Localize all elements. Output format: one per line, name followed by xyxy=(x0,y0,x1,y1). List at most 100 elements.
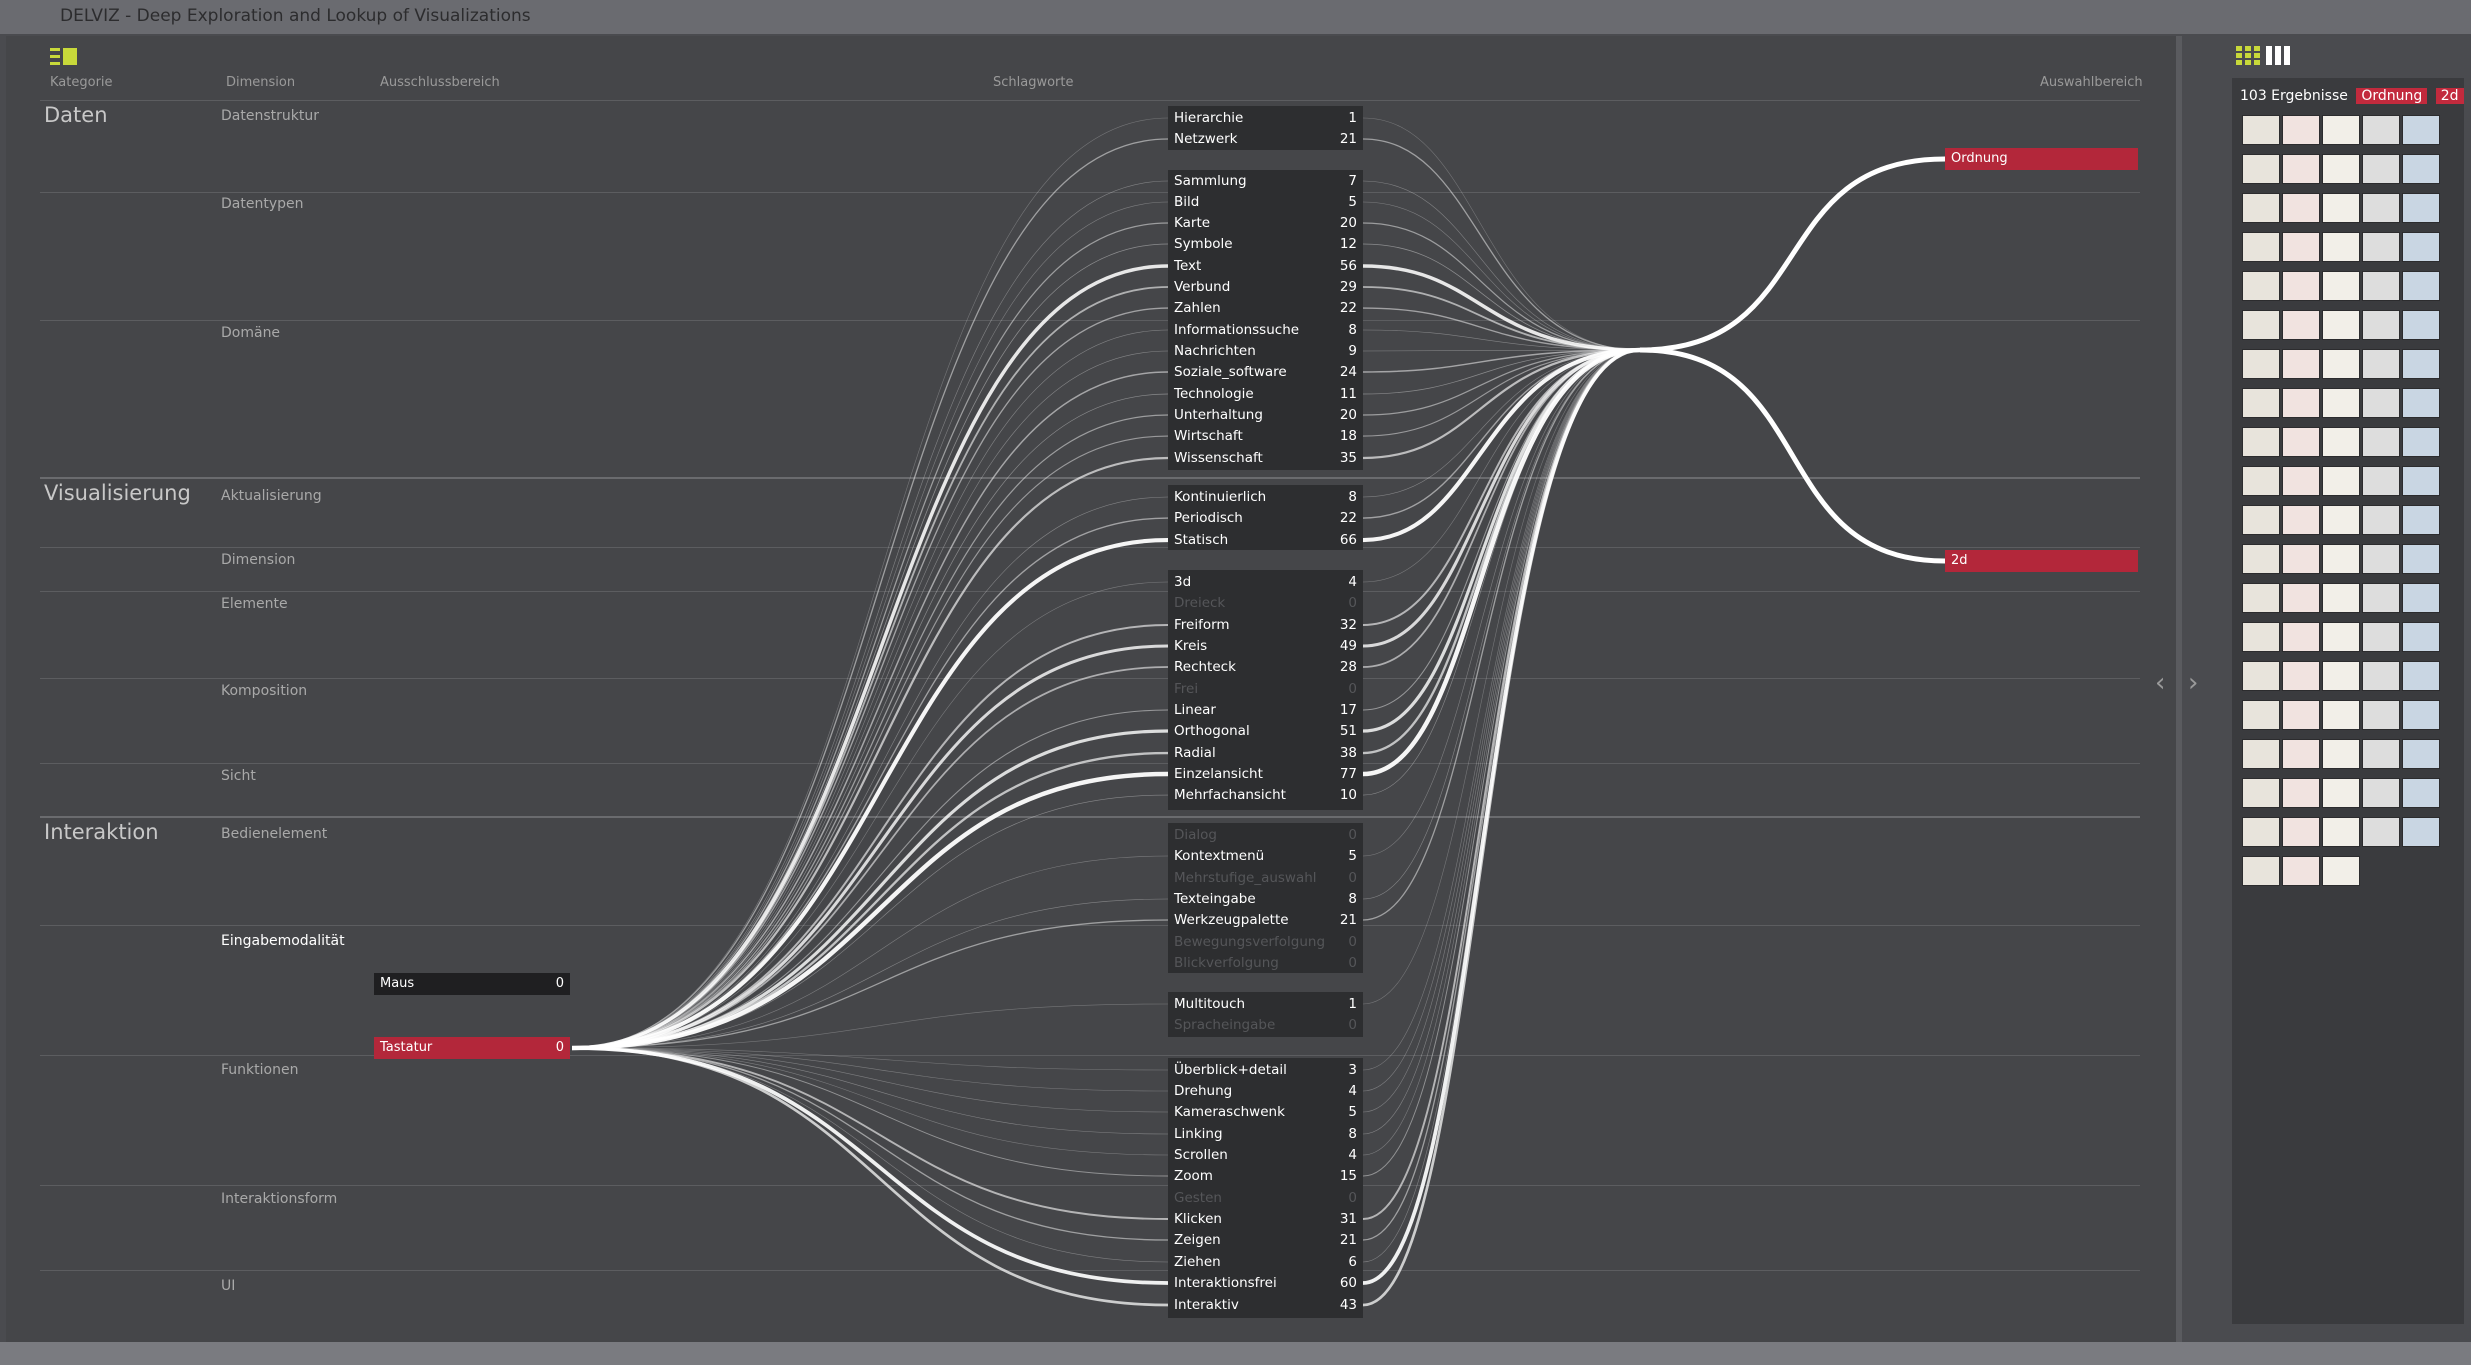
result-thumbnail[interactable] xyxy=(2242,232,2280,262)
result-thumbnail[interactable] xyxy=(2402,817,2440,847)
result-thumbnail[interactable] xyxy=(2402,310,2440,340)
keyword-item[interactable]: Linear 17 xyxy=(1168,700,1363,721)
result-thumbnail[interactable] xyxy=(2362,271,2400,301)
keyword-item[interactable]: Überblick+detail 3 xyxy=(1168,1060,1363,1081)
result-thumbnail[interactable] xyxy=(2242,583,2280,613)
result-thumbnail[interactable] xyxy=(2322,817,2360,847)
result-thumbnail[interactable] xyxy=(2362,388,2400,418)
result-thumbnail[interactable] xyxy=(2362,427,2400,457)
result-thumbnail[interactable] xyxy=(2242,622,2280,652)
keyword-item[interactable]: Kreis 49 xyxy=(1168,636,1363,657)
result-thumbnail[interactable] xyxy=(2322,427,2360,457)
result-thumbnail[interactable] xyxy=(2322,622,2360,652)
result-thumbnail[interactable] xyxy=(2282,778,2320,808)
keyword-item[interactable]: Frei 0 xyxy=(1168,679,1363,700)
keyword-item[interactable]: Drehung 4 xyxy=(1168,1081,1363,1102)
result-thumbnail[interactable] xyxy=(2242,739,2280,769)
keyword-item[interactable]: Text 56 xyxy=(1168,256,1363,277)
keyword-item[interactable]: Multitouch 1 xyxy=(1168,994,1363,1015)
keyword-item[interactable]: Gesten 0 xyxy=(1168,1188,1363,1209)
keyword-item[interactable]: Informationssuche 8 xyxy=(1168,320,1363,341)
result-thumbnail[interactable] xyxy=(2322,856,2360,886)
result-thumbnail[interactable] xyxy=(2402,505,2440,535)
result-thumbnail[interactable] xyxy=(2322,466,2360,496)
keyword-item[interactable]: Blickverfolgung 0 xyxy=(1168,953,1363,974)
keyword-item[interactable]: Spracheingabe 0 xyxy=(1168,1015,1363,1036)
selection-ordnung[interactable]: Ordnung xyxy=(1945,148,2138,170)
result-thumbnail[interactable] xyxy=(2282,622,2320,652)
results-tag-ordnung[interactable]: Ordnung xyxy=(2356,88,2428,104)
keyword-item[interactable]: Symbole 12 xyxy=(1168,234,1363,255)
chevron-left-icon[interactable]: ‹ xyxy=(2155,668,2165,698)
result-thumbnail[interactable] xyxy=(2242,817,2280,847)
result-thumbnail[interactable] xyxy=(2322,193,2360,223)
keyword-item[interactable]: Mehrfachansicht 10 xyxy=(1168,785,1363,806)
keyword-item[interactable]: Unterhaltung 20 xyxy=(1168,405,1363,426)
result-thumbnail[interactable] xyxy=(2282,583,2320,613)
result-thumbnail[interactable] xyxy=(2402,661,2440,691)
result-thumbnail[interactable] xyxy=(2242,505,2280,535)
result-thumbnail[interactable] xyxy=(2362,622,2400,652)
result-thumbnail[interactable] xyxy=(2282,505,2320,535)
result-thumbnail[interactable] xyxy=(2402,271,2440,301)
result-thumbnail[interactable] xyxy=(2402,466,2440,496)
result-thumbnail[interactable] xyxy=(2362,349,2400,379)
keyword-item[interactable]: Wirtschaft 18 xyxy=(1168,426,1363,447)
result-thumbnail[interactable] xyxy=(2322,544,2360,574)
keyword-item[interactable]: 3d 4 xyxy=(1168,572,1363,593)
keyword-item[interactable]: Karte 20 xyxy=(1168,213,1363,234)
result-thumbnail[interactable] xyxy=(2402,349,2440,379)
keyword-item[interactable]: Klicken 31 xyxy=(1168,1209,1363,1230)
result-thumbnail[interactable] xyxy=(2402,700,2440,730)
keyword-item[interactable]: Einzelansicht 77 xyxy=(1168,764,1363,785)
result-thumbnail[interactable] xyxy=(2282,700,2320,730)
keyword-item[interactable]: Kameraschwenk 5 xyxy=(1168,1102,1363,1123)
keyword-item[interactable]: Freiform 32 xyxy=(1168,615,1363,636)
selection-2d[interactable]: 2d xyxy=(1945,550,2138,572)
keyword-item[interactable]: Rechteck 28 xyxy=(1168,657,1363,678)
result-thumbnail[interactable] xyxy=(2402,739,2440,769)
keyword-item[interactable]: Dreieck 0 xyxy=(1168,593,1363,614)
result-thumbnail[interactable] xyxy=(2322,700,2360,730)
keyword-item[interactable]: Nachrichten 9 xyxy=(1168,341,1363,362)
result-thumbnail[interactable] xyxy=(2362,661,2400,691)
keyword-item[interactable]: Texteingabe 8 xyxy=(1168,889,1363,910)
keyword-item[interactable]: Verbund 29 xyxy=(1168,277,1363,298)
keyword-item[interactable]: Orthogonal 51 xyxy=(1168,721,1363,742)
result-thumbnail[interactable] xyxy=(2362,115,2400,145)
result-thumbnail[interactable] xyxy=(2282,115,2320,145)
result-thumbnail[interactable] xyxy=(2362,700,2400,730)
result-thumbnail[interactable] xyxy=(2282,271,2320,301)
result-thumbnail[interactable] xyxy=(2282,856,2320,886)
result-thumbnail[interactable] xyxy=(2242,310,2280,340)
result-thumbnail[interactable] xyxy=(2242,154,2280,184)
result-thumbnail[interactable] xyxy=(2402,193,2440,223)
result-thumbnail[interactable] xyxy=(2322,583,2360,613)
result-thumbnail[interactable] xyxy=(2322,388,2360,418)
keyword-item[interactable]: Radial 38 xyxy=(1168,743,1363,764)
keyword-item[interactable]: Bewegungsverfolgung 0 xyxy=(1168,932,1363,953)
result-thumbnail[interactable] xyxy=(2322,349,2360,379)
result-thumbnail[interactable] xyxy=(2322,115,2360,145)
result-thumbnail[interactable] xyxy=(2242,661,2280,691)
result-thumbnail[interactable] xyxy=(2402,583,2440,613)
keyword-item[interactable]: Dialog 0 xyxy=(1168,825,1363,846)
keyword-item[interactable]: Periodisch 22 xyxy=(1168,508,1363,529)
result-thumbnail[interactable] xyxy=(2362,466,2400,496)
results-tag-2d[interactable]: 2d xyxy=(2435,88,2464,104)
keyword-item[interactable]: Bild 5 xyxy=(1168,192,1363,213)
keyword-item[interactable]: Scrollen 4 xyxy=(1168,1145,1363,1166)
keyword-item[interactable]: Zahlen 22 xyxy=(1168,298,1363,319)
result-thumbnail[interactable] xyxy=(2282,193,2320,223)
keyword-item[interactable]: Sammlung 7 xyxy=(1168,171,1363,192)
result-thumbnail[interactable] xyxy=(2282,544,2320,574)
result-thumbnail[interactable] xyxy=(2402,232,2440,262)
result-thumbnail[interactable] xyxy=(2362,778,2400,808)
result-thumbnail[interactable] xyxy=(2402,154,2440,184)
result-thumbnail[interactable] xyxy=(2282,661,2320,691)
result-thumbnail[interactable] xyxy=(2322,661,2360,691)
exclusion-maus[interactable]: Maus 0 xyxy=(374,973,570,995)
result-thumbnail[interactable] xyxy=(2362,583,2400,613)
result-thumbnail[interactable] xyxy=(2282,349,2320,379)
exclusion-tastatur[interactable]: Tastatur 0 xyxy=(374,1037,570,1059)
